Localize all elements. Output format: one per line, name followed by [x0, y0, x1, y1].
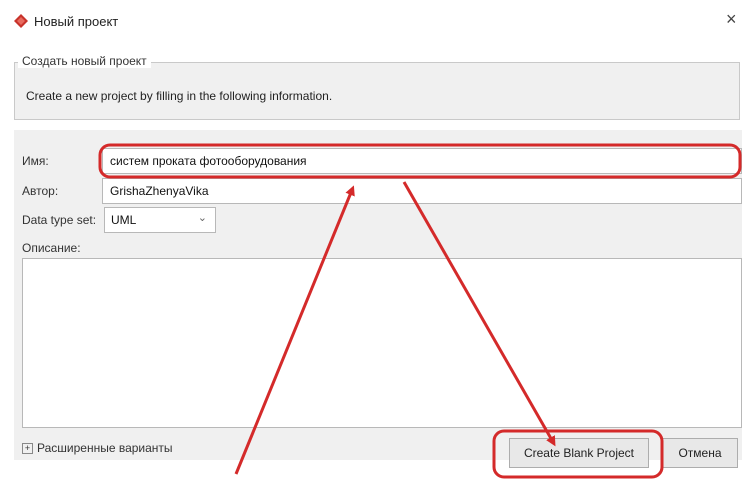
- title-bar: Новый проект ×: [0, 0, 742, 40]
- close-icon[interactable]: ×: [726, 9, 737, 30]
- group-legend: Создать новый проект: [18, 54, 151, 68]
- name-label: Имя:: [22, 154, 49, 168]
- datatype-select[interactable]: UML ⌄: [104, 207, 216, 233]
- author-field[interactable]: GrishaZhenyaVika: [102, 178, 742, 204]
- description-label: Описание:: [22, 241, 81, 255]
- author-label: Автор:: [22, 184, 59, 198]
- description-textarea[interactable]: [22, 258, 742, 428]
- window-title: Новый проект: [34, 14, 119, 29]
- datatype-label: Data type set:: [22, 213, 97, 227]
- expand-plus-icon: +: [22, 443, 33, 455]
- cancel-button[interactable]: Отмена: [662, 438, 738, 468]
- advanced-options-toggle[interactable]: + Расширенные варианты: [22, 441, 173, 455]
- create-blank-project-button[interactable]: Create Blank Project: [509, 438, 649, 468]
- group-description: Create a new project by filling in the f…: [26, 89, 333, 103]
- app-logo-icon: [14, 14, 28, 28]
- advanced-options-label: Расширенные варианты: [37, 441, 173, 455]
- datatype-value: UML: [111, 213, 137, 227]
- name-field[interactable]: систем проката фотооборудования: [102, 148, 742, 174]
- chevron-down-icon: ⌄: [197, 212, 207, 224]
